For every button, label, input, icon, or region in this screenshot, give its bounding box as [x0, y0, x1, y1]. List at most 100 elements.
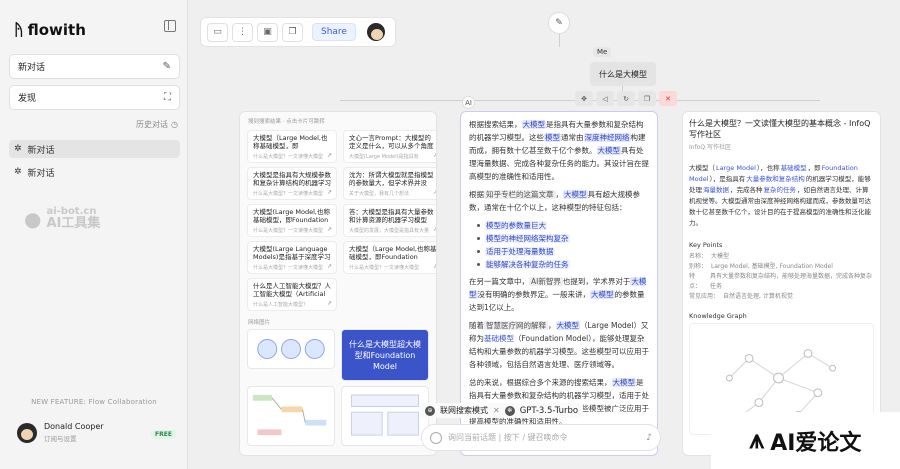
- source-card[interactable]: 答：大模型是指具有大量参数和计算资源的机器学习模型 大模型的发展，大模型是指具有大…: [343, 204, 436, 237]
- external-link-icon[interactable]: ↗: [433, 152, 436, 159]
- app-logo[interactable]: ᚤ flowith: [14, 20, 86, 39]
- text: 也提到，学术界对于: [562, 277, 631, 286]
- keyword-highlight[interactable]: 模型: [544, 133, 561, 142]
- history-toggle[interactable]: 历史对话 ◷: [136, 119, 178, 130]
- ai-node-actions: ✥ ◁ ↻ ❐ ✕: [575, 91, 677, 106]
- source-description: 大模型的发展，大模型是指具有大量: [349, 228, 430, 234]
- external-link-icon[interactable]: ↗: [327, 263, 332, 270]
- keyword-link[interactable]: Large Model: [715, 164, 757, 172]
- detail-source: InfoQ 写作社区: [689, 144, 731, 151]
- external-link-icon[interactable]: ↗: [327, 300, 332, 307]
- key-point-row: 特点： 具有大量参数和复杂结构，能够处理海量数据，完成各种复杂任务: [683, 272, 880, 292]
- key-point-value: 自然语言处理, 计算机视觉: [723, 293, 793, 300]
- keyword-link[interactable]: 基础模型: [484, 334, 514, 343]
- model-selector[interactable]: GPT-3.5-Turbo: [520, 406, 578, 416]
- search-mode-label[interactable]: 联网搜索模式: [440, 405, 488, 416]
- text: ，: [555, 190, 564, 199]
- present-icon[interactable]: ▣: [257, 22, 278, 42]
- chat-item[interactable]: ✲ 新对话: [9, 140, 180, 158]
- external-link-icon[interactable]: ↗: [433, 189, 436, 196]
- sidebar: ᚤ flowith 新对话 ✎ 发现 ⛶ 历史对话 ◷ ✲ 新对话 ✲ 新对话 …: [0, 0, 188, 469]
- source-description: 什么是大模型？一文读懂大模型: [253, 228, 324, 234]
- keyword-highlight[interactable]: 模型的神经网络架构复杂: [485, 234, 570, 243]
- magic-wand-icon[interactable]: ✎: [548, 12, 570, 34]
- discover-button[interactable]: 发现 ⛶: [9, 85, 180, 110]
- external-link-icon[interactable]: ↗: [327, 226, 332, 233]
- source-card[interactable]: 沈为：所谓大模型就是指模型的参数量大，但学术界并没关于大模型，我有几个想法 ↗: [343, 167, 436, 200]
- chat-input-bar[interactable]: 询问当前话题 | 按下 / 键召唤命令 ♪: [421, 424, 661, 451]
- source-card[interactable]: 文心一言Prompt：大模型的定义是什么，可以从多个角度 大模型(Large Mo…: [343, 130, 436, 163]
- text: ），也称: [756, 164, 780, 172]
- copy-icon[interactable]: ❐: [282, 22, 303, 42]
- keyword-link[interactable]: 复杂的任务: [763, 186, 798, 194]
- external-link-icon[interactable]: ↗: [327, 152, 332, 159]
- external-link-icon[interactable]: ↗: [433, 263, 436, 270]
- result-image[interactable]: [247, 386, 335, 446]
- keyword-highlight[interactable]: 大模型: [596, 146, 621, 155]
- sparkle-icon: ✲: [14, 167, 22, 177]
- text: ），是指具有: [709, 175, 746, 183]
- feature-banner[interactable]: NEW FEATURE: Flow Collaboration: [0, 398, 188, 406]
- external-link-icon[interactable]: ↗: [433, 226, 436, 233]
- question-node[interactable]: 什么是大模型: [590, 62, 656, 86]
- avatar[interactable]: [366, 23, 385, 41]
- source-card[interactable]: 大模型(Large Language Models)是指基于深度学习 什么是大模型…: [247, 241, 338, 274]
- keyword-link[interactable]: 大量参数和复杂结构: [745, 175, 806, 183]
- source-card[interactable]: 大模型（Large Model,也称基础模型，即Foundation 什么是大模型…: [247, 130, 338, 163]
- move-icon[interactable]: ✥: [575, 91, 593, 106]
- keyword-highlight[interactable]: 大模型: [590, 290, 615, 299]
- source-citation[interactable]: AI新智界: [529, 277, 563, 286]
- source-citation[interactable]: 智慧医疗网的解释: [484, 321, 548, 330]
- chat-input[interactable]: 询问当前话题 | 按下 / 键召唤命令: [448, 432, 640, 443]
- keyword-highlight[interactable]: 深度神经网络: [583, 133, 631, 142]
- knowledge-graph-title: Knowledge Graph: [689, 312, 747, 320]
- list-item: 能够解决各种复杂的任务: [477, 258, 649, 271]
- keyword-link[interactable]: 基础模型: [780, 164, 808, 172]
- corner-watermark-text: AI爱论文: [770, 430, 862, 456]
- source-card[interactable]: 什么是人工智能大模型？人工智能大模型（Artificial 什么是人工智能大模型？…: [247, 278, 338, 311]
- feature-list: 模型的参数量巨大 模型的神经网络架构复杂 适用于处理海量数据 能够解决各种复杂的…: [477, 219, 649, 271]
- image-caption: 什么是大模型超大模型和Foundation Model: [349, 339, 421, 371]
- keyword-highlight[interactable]: 能够解决各种复杂的任务: [485, 260, 570, 269]
- source-detail-panel[interactable]: 什么是大模型？一文读懂大模型的基本概念 - InfoQ 写作社区 InfoQ 写…: [682, 111, 881, 456]
- search-results-panel: 搜到搜索结果 · 点击卡片可跳转 大模型（Large Model,也称基础模型，…: [239, 111, 437, 456]
- chat-item[interactable]: ✲ 新对话: [9, 163, 180, 181]
- keyword-highlight[interactable]: 适用于处理海量数据: [485, 247, 555, 256]
- source-description: 什么是大模型？一文读懂大模型: [253, 154, 324, 160]
- external-link-icon[interactable]: ↗: [327, 189, 332, 196]
- keyword-highlight[interactable]: 模型的参数量巨大: [485, 221, 547, 230]
- keyword-link[interactable]: 海量数据: [702, 186, 730, 194]
- source-card[interactable]: 大模型(Large Model,也称基础模型，即Foundation 什么是大模型…: [247, 204, 338, 237]
- keyword-highlight[interactable]: 大模型: [611, 378, 636, 387]
- close-icon[interactable]: ✕: [493, 406, 500, 415]
- share-button[interactable]: Share: [312, 23, 356, 41]
- sidebar-collapse-icon[interactable]: [164, 20, 176, 32]
- user-settings-link[interactable]: 订阅与设置: [44, 433, 104, 443]
- copy-icon[interactable]: ❐: [638, 91, 656, 106]
- watermark: ● ai-bot.cn AI工具集: [24, 206, 100, 231]
- result-image[interactable]: 什么是大模型超大模型和Foundation Model: [341, 329, 429, 381]
- source-card[interactable]: 大模型（Large Model,也称基础模型，即Foundation 什么是大模型…: [343, 241, 436, 274]
- result-image[interactable]: [341, 386, 429, 446]
- user-profile[interactable]: Donald Cooper 订阅与设置: [17, 422, 104, 443]
- source-title: 文心一言Prompt：大模型的定义是什么，可以从多个角度: [349, 134, 434, 150]
- source-citation[interactable]: 知乎专栏的这篇文章: [484, 190, 556, 199]
- text: ，: [548, 321, 556, 330]
- source-title: 沈为：所谓大模型就是指模型的参数量大，但学术界并没: [349, 171, 434, 187]
- delete-icon[interactable]: ✕: [659, 91, 677, 106]
- regenerate-icon[interactable]: ↻: [617, 91, 635, 106]
- globe-icon: ⊕: [425, 405, 435, 416]
- flowith-logo-icon: ᚤ: [14, 20, 24, 39]
- keyword-highlight[interactable]: 大模型: [555, 321, 580, 330]
- microphone-icon[interactable]: ♪: [646, 433, 652, 443]
- tree-layout-icon[interactable]: ⋮: [232, 22, 253, 42]
- speaker-icon[interactable]: ◁: [596, 91, 614, 106]
- detail-title: 什么是大模型？一文读懂大模型的基本概念 - InfoQ 写作社区: [689, 119, 871, 139]
- keyword-highlight[interactable]: 大模型: [521, 120, 546, 129]
- new-chat-button[interactable]: 新对话 ✎: [9, 54, 180, 79]
- sidebar-layout-icon[interactable]: ▭: [207, 22, 228, 42]
- keyword-highlight[interactable]: 大模型: [563, 190, 588, 199]
- source-card[interactable]: 大模型是指具有大规模参数和复杂计算结构的机器学习模什么是大模型？一文读懂大模型↗: [247, 167, 338, 200]
- result-image[interactable]: [247, 329, 335, 369]
- logo-icon: ⩚: [749, 425, 765, 455]
